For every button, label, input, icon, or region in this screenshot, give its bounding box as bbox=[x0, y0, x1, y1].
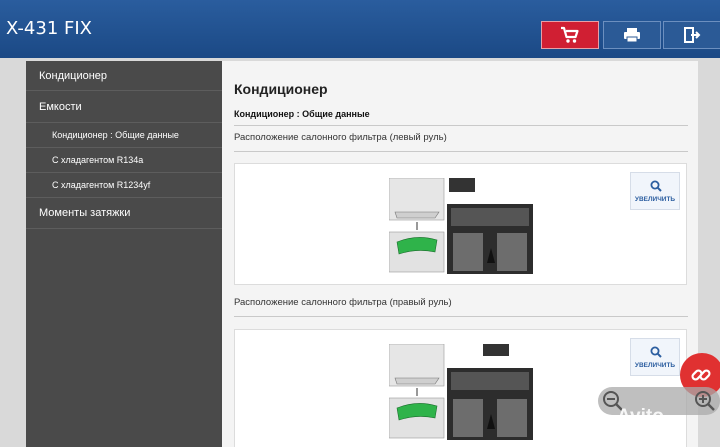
zoom-button-right[interactable]: УВЕЛИЧИТЬ bbox=[630, 338, 680, 376]
section-subtitle: Кондиционер : Общие данные bbox=[234, 109, 370, 119]
zoom-button-left[interactable]: УВЕЛИЧИТЬ bbox=[630, 172, 680, 210]
sidebar-item-r134a[interactable]: С хладагентом R134a bbox=[26, 148, 222, 173]
sidebar-item-conditioner[interactable]: Кондиционер bbox=[26, 61, 222, 91]
section-caption-right: Расположение салонного фильтра (правый р… bbox=[234, 297, 452, 308]
sidebar-item-label: С хладагентом R1234yf bbox=[52, 180, 151, 190]
sidebar-item-general-data[interactable]: Кондиционер : Общие данные bbox=[26, 123, 222, 148]
shopping-cart-icon bbox=[561, 26, 579, 43]
sidebar-item-label: Емкости bbox=[39, 100, 82, 113]
page-title: Кондиционер bbox=[234, 81, 328, 97]
divider bbox=[234, 316, 688, 317]
cabin-filter-diagram-left bbox=[389, 178, 533, 274]
divider bbox=[234, 151, 688, 152]
exit-button[interactable] bbox=[663, 21, 720, 49]
diagram-card-left: УВЕЛИЧИТЬ bbox=[234, 163, 687, 285]
top-bar: X-431 FIX bbox=[0, 0, 720, 58]
printer-icon bbox=[624, 28, 640, 43]
zoom-label: УВЕЛИЧИТЬ bbox=[634, 196, 676, 203]
sidebar-item-label: Кондиционер : Общие данные bbox=[52, 130, 179, 140]
sidebar-item-capacities[interactable]: Емкости bbox=[26, 91, 222, 123]
divider bbox=[234, 125, 688, 126]
cart-button[interactable] bbox=[541, 21, 599, 49]
sidebar-item-r1234yf[interactable]: С хладагентом R1234yf bbox=[26, 173, 222, 198]
sidebar-item-torques[interactable]: Моменты затяжки bbox=[26, 198, 222, 229]
sidebar-item-label: Кондиционер bbox=[39, 69, 108, 82]
sidebar: Кондиционер Емкости Кондиционер : Общие … bbox=[26, 61, 222, 447]
print-button[interactable] bbox=[603, 21, 661, 49]
magnifier-icon bbox=[650, 346, 662, 358]
exit-icon bbox=[684, 27, 701, 43]
link-icon bbox=[691, 369, 711, 381]
cabin-filter-diagram-right bbox=[389, 344, 533, 440]
zoom-label: УВЕЛИЧИТЬ bbox=[634, 362, 676, 369]
section-caption-left: Расположение салонного фильтра (левый ру… bbox=[234, 132, 447, 143]
avito-watermark: Avito bbox=[617, 406, 664, 427]
sidebar-item-label: С хладагентом R134a bbox=[52, 155, 144, 165]
app-title: X-431 FIX bbox=[6, 18, 93, 39]
magnifier-icon bbox=[650, 180, 662, 192]
zoom-in-icon[interactable] bbox=[694, 390, 716, 412]
sidebar-item-label: Моменты затяжки bbox=[39, 207, 131, 219]
